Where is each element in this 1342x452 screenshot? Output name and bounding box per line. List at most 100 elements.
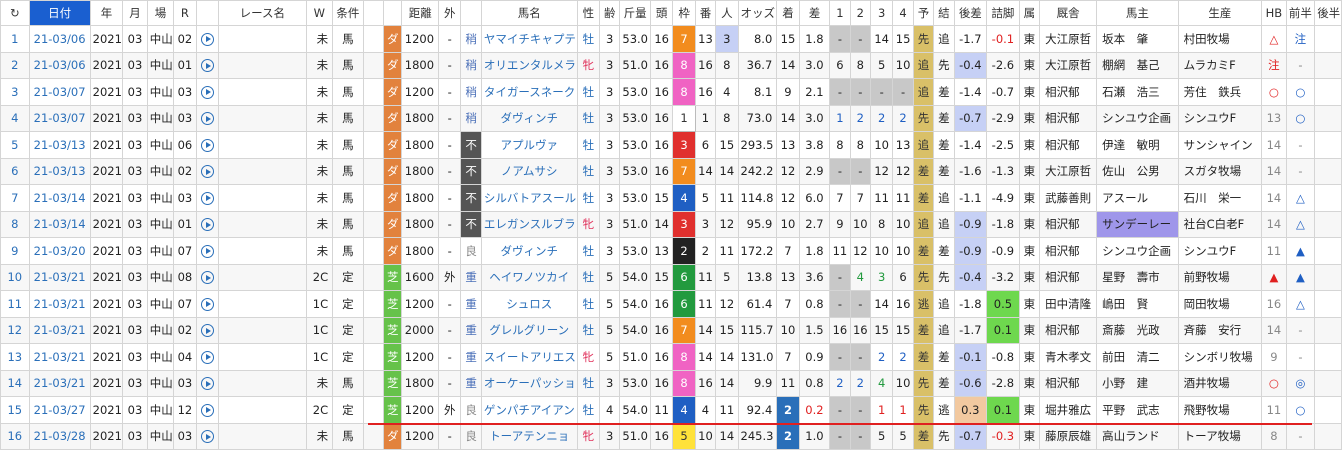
col-header[interactable]: オッズ bbox=[737, 0, 778, 26]
table-row[interactable]: 8 21-03/14 2021 03 中山 01 未馬ダ 1800- 不エレガンスルブラ牝 3 51… bbox=[0, 210, 1342, 238]
col-header[interactable]: 生産 bbox=[1177, 0, 1263, 26]
col-header[interactable]: 2 bbox=[849, 0, 871, 26]
col-header[interactable]: 外 bbox=[438, 0, 462, 26]
play-circle-icon[interactable] bbox=[200, 32, 214, 46]
table-row[interactable]: 15 21-03/27 2021 03 中山 12 2C 定芝 1200 外良ゲンパチアイアン牡 4… bbox=[0, 396, 1342, 424]
cell-date[interactable]: 21-03/20 bbox=[28, 237, 91, 265]
col-header[interactable]: 前半 bbox=[1285, 0, 1316, 26]
play-icon[interactable] bbox=[195, 316, 220, 344]
play-circle-icon[interactable] bbox=[200, 218, 214, 232]
col-header[interactable]: 齢 bbox=[599, 0, 621, 26]
col-header[interactable]: 枠 bbox=[672, 0, 696, 26]
play-icon[interactable] bbox=[195, 78, 220, 106]
cell-date[interactable]: 21-03/21 bbox=[28, 343, 91, 371]
table-row[interactable]: 13 21-03/21 2021 03 中山 04 1C 定芝 1200- 重スイートアリエス牝 5… bbox=[0, 343, 1342, 371]
cell-horse[interactable]: ノアムサシ bbox=[480, 157, 578, 185]
cell-horse[interactable]: ダヴィンチ bbox=[480, 104, 578, 132]
play-circle-icon[interactable] bbox=[200, 112, 214, 126]
col-header[interactable]: 距離 bbox=[401, 0, 440, 26]
play-icon[interactable] bbox=[195, 396, 220, 424]
play-circle-icon[interactable] bbox=[200, 59, 214, 73]
play-icon[interactable] bbox=[195, 343, 220, 371]
col-header[interactable] bbox=[362, 0, 385, 26]
play-circle-icon[interactable] bbox=[200, 350, 214, 364]
col-header[interactable]: 人 bbox=[715, 0, 739, 26]
cell-horse[interactable]: アプルヴァ bbox=[480, 131, 578, 159]
play-circle-icon[interactable] bbox=[200, 271, 214, 285]
play-icon[interactable] bbox=[195, 290, 220, 318]
cell-date[interactable]: 21-03/28 bbox=[28, 422, 91, 450]
play-circle-icon[interactable] bbox=[200, 138, 214, 152]
play-icon[interactable] bbox=[195, 422, 220, 450]
play-icon[interactable] bbox=[195, 184, 220, 212]
play-circle-icon[interactable] bbox=[200, 297, 214, 311]
col-header[interactable]: 厩舎 bbox=[1039, 0, 1098, 26]
cell-date[interactable]: 21-03/07 bbox=[28, 104, 91, 132]
cell-date[interactable]: 21-03/13 bbox=[28, 131, 91, 159]
col-header[interactable]: 後差 bbox=[953, 0, 988, 26]
col-header[interactable]: W bbox=[305, 0, 334, 26]
play-circle-icon[interactable] bbox=[200, 430, 214, 444]
col-header[interactable]: 頭 bbox=[649, 0, 674, 26]
table-row[interactable]: 5 21-03/13 2021 03 中山 06 未馬ダ 1800- 不アプルヴァ牡 3 53.0 1… bbox=[0, 131, 1342, 159]
table-row[interactable]: 3 21-03/07 2021 03 中山 03 未馬ダ 1200- 稍タイガースネーク牡 3 53… bbox=[0, 78, 1342, 106]
cell-date[interactable]: 21-03/07 bbox=[28, 78, 91, 106]
cell-horse[interactable]: オーケーパッション bbox=[480, 369, 578, 397]
col-header[interactable]: 結 bbox=[933, 0, 955, 26]
col-header[interactable]: 月 bbox=[122, 0, 148, 26]
col-header[interactable]: 番 bbox=[694, 0, 717, 26]
table-row[interactable]: 16 21-03/28 2021 03 中山 03 未馬ダ 1200- 良トーアテンニョ牝 3 51… bbox=[0, 422, 1342, 450]
cell-date[interactable]: 21-03/21 bbox=[28, 316, 91, 344]
col-header[interactable]: 予 bbox=[912, 0, 935, 26]
col-header[interactable] bbox=[195, 0, 220, 26]
col-header[interactable]: 性 bbox=[576, 0, 601, 26]
col-header[interactable] bbox=[383, 0, 403, 26]
cell-date[interactable]: 21-03/21 bbox=[28, 290, 91, 318]
col-header[interactable]: 3 bbox=[869, 0, 894, 26]
col-header[interactable]: 詰脚 bbox=[986, 0, 1020, 26]
cell-horse[interactable]: ヘイワノツカイ bbox=[480, 263, 578, 291]
cell-horse[interactable]: ゲンパチアイアン bbox=[480, 396, 578, 424]
cell-date[interactable]: 21-03/06 bbox=[28, 51, 91, 79]
table-row[interactable]: 10 21-03/21 2021 03 中山 08 2C 定芝 1600 外重ヘイワノツカイ牡 5 5… bbox=[0, 263, 1342, 291]
play-icon[interactable] bbox=[195, 51, 220, 79]
col-header[interactable]: 年 bbox=[89, 0, 124, 26]
col-header[interactable]: 馬主 bbox=[1096, 0, 1179, 26]
cell-horse[interactable]: トーアテンニョ bbox=[480, 422, 578, 450]
play-icon[interactable] bbox=[195, 369, 220, 397]
table-row[interactable]: 6 21-03/13 2021 03 中山 02 未馬ダ 1800- 不ノアムサシ牡 3 53.0 1… bbox=[0, 157, 1342, 185]
col-header[interactable]: 後半 bbox=[1314, 0, 1342, 26]
cell-horse[interactable]: スイートアリエス bbox=[480, 343, 578, 371]
table-row[interactable]: 11 21-03/21 2021 03 中山 07 1C 定芝 1200- 重シュロス牡 5 54.0… bbox=[0, 290, 1342, 318]
play-circle-icon[interactable] bbox=[200, 165, 214, 179]
col-header[interactable]: 条件 bbox=[332, 0, 364, 26]
cell-date[interactable]: 21-03/21 bbox=[28, 263, 91, 291]
cell-horse[interactable]: オリエンタルメラク bbox=[480, 51, 578, 79]
cell-horse[interactable]: タイガースネーク bbox=[480, 78, 578, 106]
cell-horse[interactable]: シルバトアスール bbox=[480, 184, 578, 212]
play-icon[interactable] bbox=[195, 237, 220, 265]
cell-date[interactable]: 21-03/21 bbox=[28, 369, 91, 397]
cell-horse[interactable]: シュロス bbox=[480, 290, 578, 318]
cell-date[interactable]: 21-03/14 bbox=[28, 184, 91, 212]
cell-horse[interactable]: エレガンスルブラ bbox=[480, 210, 578, 238]
table-row[interactable]: 4 21-03/07 2021 03 中山 03 未馬ダ 1800- 稍ダヴィンチ牡 3 53.0 1… bbox=[0, 104, 1342, 132]
play-circle-icon[interactable] bbox=[200, 244, 214, 258]
play-icon[interactable] bbox=[195, 104, 220, 132]
cell-horse[interactable]: ヤマイチキャプテン bbox=[480, 25, 578, 53]
play-icon[interactable] bbox=[195, 131, 220, 159]
play-icon[interactable] bbox=[195, 210, 220, 238]
cell-horse[interactable]: グレルグリーン bbox=[480, 316, 578, 344]
col-header[interactable]: 馬名 bbox=[480, 0, 578, 26]
table-row[interactable]: 1 21-03/06 2021 03 中山 02 未馬ダ 1200- 稍ヤマイチキャプテン牡 3 5… bbox=[0, 25, 1342, 53]
table-row[interactable]: 12 21-03/21 2021 03 中山 02 1C 定芝 2000- 重グレルグリーン牡 5 5… bbox=[0, 316, 1342, 344]
refresh-icon[interactable]: ↻ bbox=[0, 0, 30, 26]
cell-horse[interactable]: ダヴィンチ bbox=[480, 237, 578, 265]
col-header[interactable]: 場 bbox=[146, 0, 175, 26]
play-circle-icon[interactable] bbox=[200, 403, 214, 417]
col-header[interactable]: 差 bbox=[798, 0, 831, 26]
play-circle-icon[interactable] bbox=[200, 324, 214, 338]
table-row[interactable]: 9 21-03/20 2021 03 中山 07 未馬ダ 1800- 良ダヴィンチ牡 3 53.0 1… bbox=[0, 237, 1342, 265]
col-header[interactable]: レース名 bbox=[218, 0, 307, 26]
col-header[interactable]: 斤量 bbox=[619, 0, 651, 26]
